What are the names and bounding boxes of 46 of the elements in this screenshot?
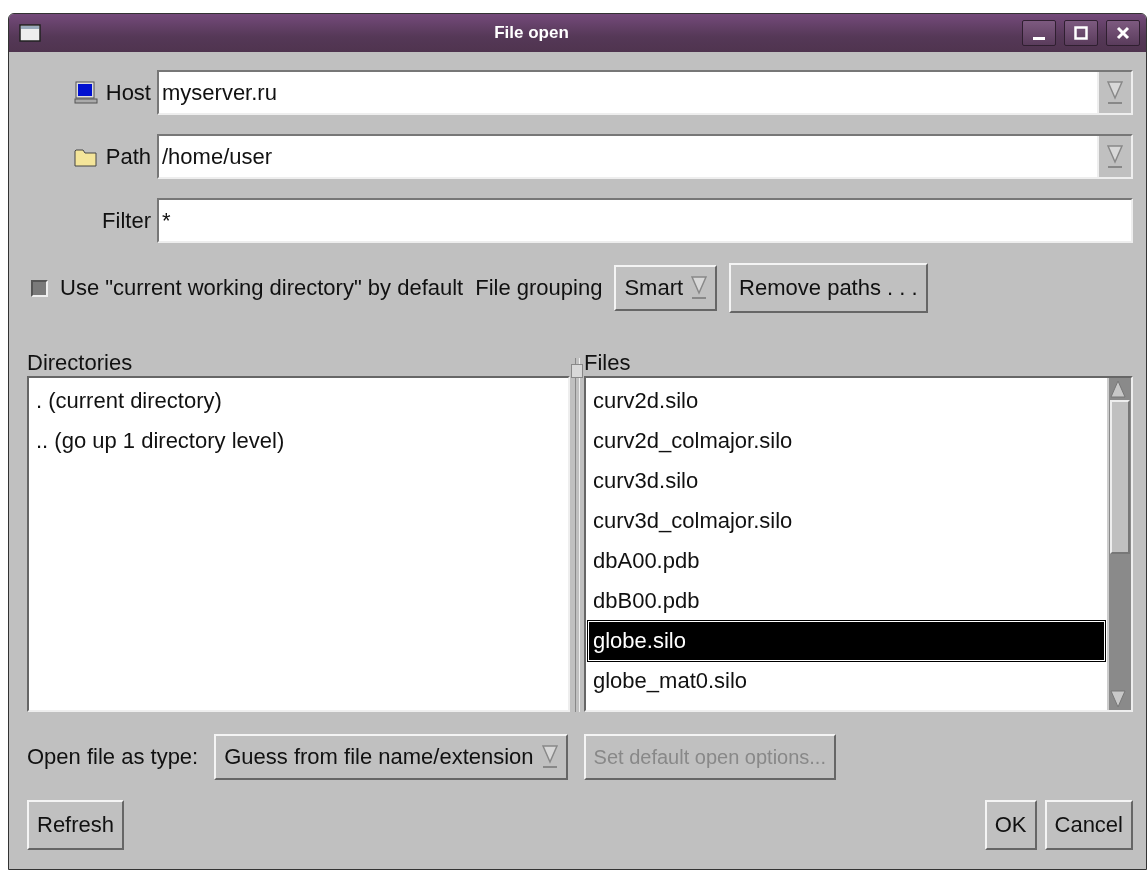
list-item[interactable]: globe_mat0.silo	[588, 661, 1105, 701]
input-field[interactable]: *	[157, 198, 1133, 243]
list-item[interactable]: dbB00.pdb	[588, 581, 1105, 621]
list-item[interactable]: curv3d_colmajor.silo	[588, 501, 1105, 541]
scroll-up-icon	[1109, 378, 1127, 400]
file-type-dropdown[interactable]: Guess from file name/extension	[214, 734, 568, 780]
dropdown-arrow-icon	[691, 275, 708, 301]
list-item[interactable]: dbA00.pdb	[588, 541, 1105, 581]
grouping-dropdown[interactable]: Smart	[614, 265, 718, 311]
open-type-label: Open file as type:	[27, 744, 199, 770]
scrollbar[interactable]	[1107, 378, 1131, 710]
field-label: Host	[105, 79, 151, 106]
scroll-down-icon	[1109, 688, 1127, 710]
checkbox-label: Use "current working directory" by default	[60, 275, 464, 301]
dropdown-arrow-icon	[541, 744, 558, 770]
field-label: Filter	[102, 207, 151, 234]
maximize-button[interactable]	[1064, 20, 1098, 46]
dropdown-arrow-icon	[1107, 143, 1123, 170]
list-item[interactable]: curv2d.silo	[588, 381, 1105, 421]
field-label: Path	[105, 143, 151, 170]
list-item[interactable]: .. (go up 1 directory level)	[31, 421, 566, 461]
ok-button[interactable]: OK	[984, 800, 1037, 850]
list-title: Files	[584, 350, 632, 376]
scroll-thumb[interactable]	[1110, 400, 1130, 554]
window-title: File open	[493, 23, 570, 43]
list-title: Directories	[27, 350, 134, 376]
folder-icon	[73, 146, 98, 167]
minimize-button[interactable]	[1022, 20, 1056, 46]
close-button[interactable]	[1106, 20, 1140, 46]
computer-icon	[73, 80, 98, 105]
remove-paths-button[interactable]: Remove paths . . .	[729, 263, 928, 313]
close-icon	[1116, 26, 1130, 40]
list-item[interactable]: . (current directory)	[31, 381, 566, 421]
refresh-button[interactable]: Refresh	[27, 800, 125, 850]
window-icon	[19, 24, 41, 42]
cancel-button[interactable]: Cancel	[1044, 800, 1133, 850]
list-item[interactable]: curv2d_colmajor.silo	[588, 421, 1105, 461]
checkbox[interactable]	[31, 279, 48, 297]
list-item[interactable]: globe.silo	[588, 621, 1105, 661]
list-item[interactable]: curv3d.silo	[588, 461, 1105, 501]
combo-box[interactable]: /home/user	[157, 134, 1133, 179]
combo-box[interactable]: myserver.ru	[157, 70, 1133, 115]
grouping-label: File grouping	[475, 275, 603, 301]
dropdown-arrow-icon	[1107, 79, 1123, 106]
minimize-icon	[1033, 36, 1045, 40]
maximize-icon	[1074, 26, 1088, 40]
